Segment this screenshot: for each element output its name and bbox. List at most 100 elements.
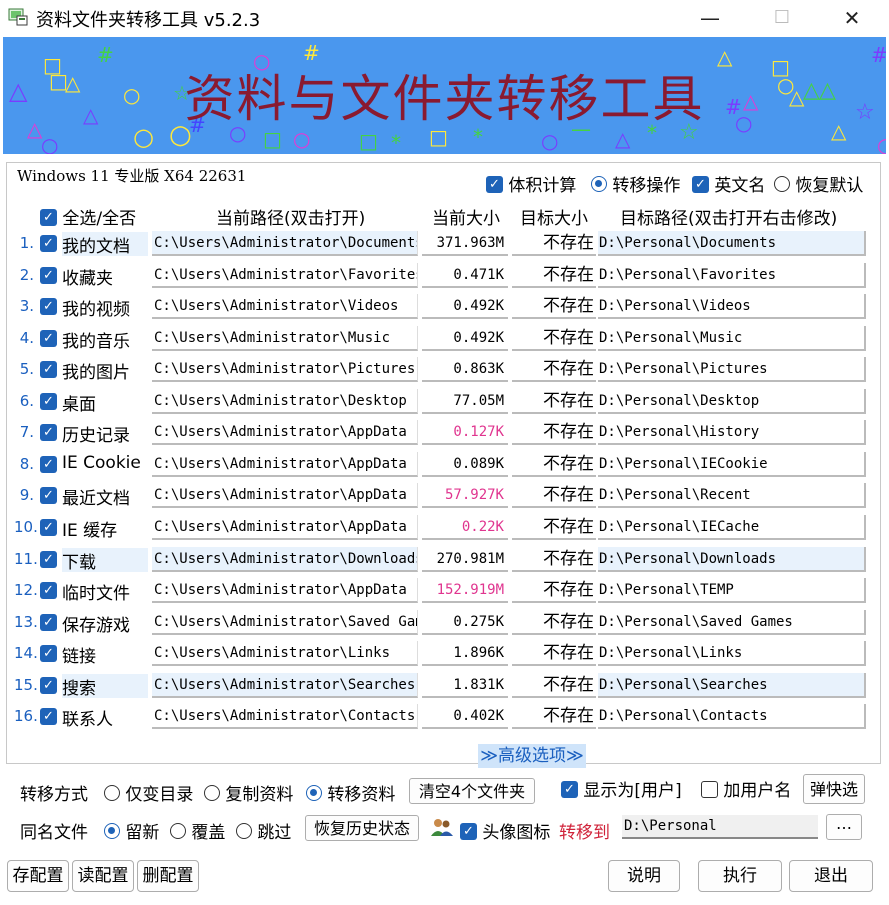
save-config-button[interactable]: 存配置 [7,860,69,892]
mode-option-dir-only[interactable]: 仅变目录 [104,780,193,805]
row-target-path[interactable]: D:\Personal\Links [598,641,866,666]
table-row[interactable]: 5. ✓ 我的图片 C:\Users\Administrator\Pictures 0.… [14,355,870,385]
destination-field[interactable]: D:\Personal [622,815,818,839]
same-name-option-overwrite[interactable]: 覆盖 [170,818,225,843]
delete-config-button[interactable]: 删配置 [137,860,199,892]
row-current-path[interactable]: C:\Users\Administrator\AppData [152,483,418,508]
row-current-path[interactable]: C:\Users\Administrator\Links [152,641,418,666]
restore-default-radio[interactable] [774,176,790,192]
row-target-path[interactable]: D:\Personal\Pictures [598,357,866,382]
execute-button[interactable]: 执行 [698,860,782,892]
table-row[interactable]: 15. ✓ 搜索 C:\Users\Administrator\Searches 1.8… [14,671,870,701]
row-target-path[interactable]: D:\Personal\History [598,420,866,445]
add-username-checkbox[interactable] [701,780,718,798]
table-row[interactable]: 12. ✓ 临时文件 C:\Users\Administrator\AppData 15… [14,576,870,606]
row-checkbox[interactable]: ✓ [40,519,57,536]
row-checkbox[interactable]: ✓ [40,361,57,378]
row-target-path[interactable]: D:\Personal\Searches [598,673,866,698]
skip-radio[interactable] [236,823,252,839]
row-current-path[interactable]: C:\Users\Administrator\AppData [152,452,418,477]
mode-option-move[interactable]: 转移资料 [306,780,395,805]
row-current-path[interactable]: C:\Users\Administrator\Saved Games [152,610,418,635]
row-target-path[interactable]: D:\Personal\TEMP [598,578,866,603]
row-checkbox[interactable]: ✓ [40,235,57,252]
maximize-button[interactable]: ☐ [752,0,812,36]
row-checkbox[interactable]: ✓ [40,298,57,315]
row-current-path[interactable]: C:\Users\Administrator\Music [152,326,418,351]
row-checkbox[interactable]: ✓ [40,330,57,347]
row-target-path[interactable]: D:\Personal\IECookie [598,452,866,477]
row-current-path[interactable]: C:\Users\Administrator\Pictures [152,357,418,382]
row-checkbox[interactable]: ✓ [40,424,57,441]
same-name-option-skip[interactable]: 跳过 [236,818,291,843]
row-checkbox[interactable]: ✓ [40,645,57,662]
row-current-path[interactable]: C:\Users\Administrator\Searches [152,673,418,698]
transfer-op-radio[interactable] [591,176,607,192]
row-target-path[interactable]: D:\Personal\Recent [598,483,866,508]
row-target-path[interactable]: D:\Personal\Saved Games [598,610,866,635]
table-row[interactable]: 16. ✓ 联系人 C:\Users\Administrator\Contacts 0.… [14,702,870,732]
row-checkbox[interactable]: ✓ [40,614,57,631]
overwrite-radio[interactable] [170,823,186,839]
show-as-user-checkbox[interactable]: ✓ [561,780,578,798]
english-name-checkbox[interactable]: ✓ [692,175,709,193]
mode-dir-only-radio[interactable] [104,785,120,801]
row-checkbox[interactable]: ✓ [40,267,57,284]
row-current-path[interactable]: C:\Users\Administrator\AppData [152,578,418,603]
close-button[interactable]: ✕ [822,0,882,36]
table-row[interactable]: 8. ✓ IE Cookie C:\Users\Administrator\AppDa… [14,450,870,480]
browse-button[interactable]: … [826,814,862,840]
table-row[interactable]: 6. ✓ 桌面 C:\Users\Administrator\Desktop 77.05… [14,387,870,417]
quick-select-button[interactable]: 弹快选 [803,774,865,804]
table-row[interactable]: 7. ✓ 历史记录 C:\Users\Administrator\AppData 0.1… [14,418,870,448]
avatar-icon-checkbox[interactable]: ✓ [460,822,477,840]
table-row[interactable]: 10. ✓ IE 缓存 C:\Users\Administrator\AppData 0… [14,513,870,543]
exit-button[interactable]: 退出 [789,860,873,892]
clear-folders-button[interactable]: 清空4个文件夹 [409,778,535,804]
add-username-option[interactable]: 加用户名 [701,776,791,801]
mode-option-copy[interactable]: 复制资料 [204,780,293,805]
row-target-path[interactable]: D:\Personal\Documents [598,231,866,256]
row-target-path[interactable]: D:\Personal\Music [598,326,866,351]
size-calc-option[interactable]: ✓ 体积计算 [486,171,576,196]
row-checkbox[interactable]: ✓ [40,487,57,504]
show-as-user-option[interactable]: ✓ 显示为[用户] [561,776,682,801]
size-calc-checkbox[interactable]: ✓ [486,175,503,193]
row-target-path[interactable]: D:\Personal\Downloads [598,547,866,572]
read-config-button[interactable]: 读配置 [72,860,134,892]
select-all-checkbox[interactable]: ✓ [40,208,57,226]
row-current-path[interactable]: C:\Users\Administrator\AppData [152,515,418,540]
table-row[interactable]: 1. ✓ 我的文档 C:\Users\Administrator\Documents 3… [14,229,870,259]
row-target-path[interactable]: D:\Personal\Contacts [598,704,866,729]
row-checkbox[interactable]: ✓ [40,708,57,725]
avatar-icon-option[interactable]: ✓ 头像图标 [460,818,550,843]
row-checkbox[interactable]: ✓ [40,582,57,599]
select-all-option[interactable]: ✓ 全选/全否 [40,204,136,229]
advanced-options-toggle[interactable]: ≫高级选项≫ [478,744,586,768]
table-row[interactable]: 9. ✓ 最近文档 C:\Users\Administrator\AppData 57.… [14,481,870,511]
row-current-path[interactable]: C:\Users\Administrator\Desktop [152,389,418,414]
same-name-option-keep-new[interactable]: 留新 [104,818,159,843]
row-target-path[interactable]: D:\Personal\IECache [598,515,866,540]
row-checkbox[interactable]: ✓ [40,677,57,694]
row-current-path[interactable]: C:\Users\Administrator\Favorites [152,263,418,288]
mode-move-radio[interactable] [306,785,322,801]
restore-default-option[interactable]: 恢复默认 [774,171,863,196]
row-checkbox[interactable]: ✓ [40,456,57,473]
restore-history-button[interactable]: 恢复历史状态 [305,815,419,841]
row-current-path[interactable]: C:\Users\Administrator\Contacts [152,704,418,729]
table-row[interactable]: 13. ✓ 保存游戏 C:\Users\Administrator\Saved Gam… [14,608,870,638]
help-button[interactable]: 说明 [608,860,680,892]
row-target-path[interactable]: D:\Personal\Videos [598,294,866,319]
table-row[interactable]: 3. ✓ 我的视频 C:\Users\Administrator\Videos 0.49… [14,292,870,322]
table-row[interactable]: 11. ✓ 下载 C:\Users\Administrator\Downloads 27… [14,545,870,575]
table-row[interactable]: 4. ✓ 我的音乐 C:\Users\Administrator\Music 0.492… [14,324,870,354]
row-checkbox[interactable]: ✓ [40,393,57,410]
keep-new-radio[interactable] [104,823,120,839]
row-current-path[interactable]: C:\Users\Administrator\Videos [152,294,418,319]
table-row[interactable]: 2. ✓ 收藏夹 C:\Users\Administrator\Favorites 0.… [14,261,870,291]
mode-copy-radio[interactable] [204,785,220,801]
minimize-button[interactable]: — [680,0,740,36]
row-target-path[interactable]: D:\Personal\Favorites [598,263,866,288]
english-name-option[interactable]: ✓ 英文名 [692,171,765,196]
